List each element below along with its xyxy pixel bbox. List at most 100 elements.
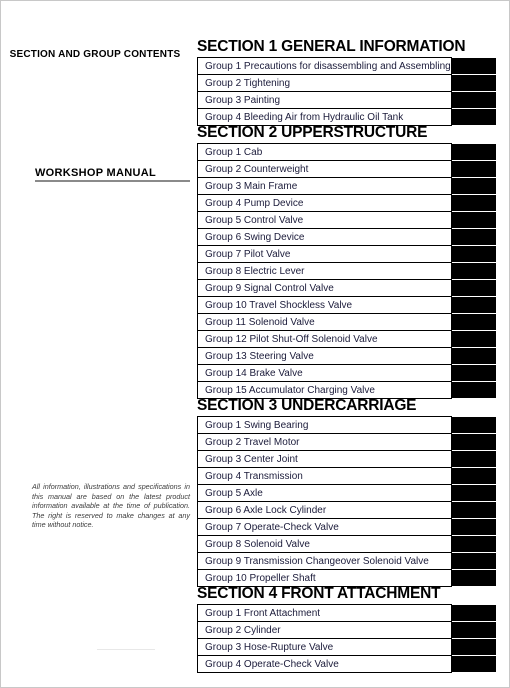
- table-row[interactable]: Group 13 Steering Valve: [197, 347, 497, 365]
- group-entry-label[interactable]: Group 3 Main Frame: [197, 177, 452, 195]
- thumb-index-tab: [452, 485, 496, 501]
- group-entry-label[interactable]: Group 12 Pilot Shut-Off Solenoid Valve: [197, 330, 452, 348]
- thumb-index-tab-cell: [451, 655, 497, 673]
- table-row[interactable]: Group 4 Bleeding Air from Hydraulic Oil …: [197, 108, 497, 126]
- group-entry-label[interactable]: Group 2 Travel Motor: [197, 433, 452, 451]
- group-entry-label[interactable]: Group 8 Solenoid Valve: [197, 535, 452, 553]
- thumb-index-tab: [452, 161, 496, 177]
- group-entry-label[interactable]: Group 14 Brake Valve: [197, 364, 452, 382]
- thumb-index-tab: [452, 570, 496, 586]
- thumb-index-tab: [452, 263, 496, 279]
- manual-contents-page: SECTION AND GROUP CONTENTS WORKSHOP MANU…: [0, 0, 510, 688]
- group-entry-label[interactable]: Group 9 Transmission Changeover Solenoid…: [197, 552, 452, 570]
- thumb-index-tab-cell: [451, 211, 497, 229]
- group-entry-label[interactable]: Group 4 Bleeding Air from Hydraulic Oil …: [197, 108, 452, 126]
- group-entry-label[interactable]: Group 3 Center Joint: [197, 450, 452, 468]
- thumb-index-tab-cell: [451, 330, 497, 348]
- left-column: SECTION AND GROUP CONTENTS WORKSHOP MANU…: [1, 1, 197, 687]
- group-entry-label[interactable]: Group 7 Pilot Valve: [197, 245, 452, 263]
- table-row[interactable]: Group 7 Operate-Check Valve: [197, 518, 497, 536]
- group-entry-label[interactable]: Group 1 Cab: [197, 143, 452, 161]
- table-row[interactable]: Group 2 Tightening: [197, 74, 497, 92]
- thumb-index-tab: [452, 212, 496, 228]
- group-entry-label[interactable]: Group 6 Swing Device: [197, 228, 452, 246]
- thumb-index-tab: [452, 280, 496, 296]
- group-entry-label[interactable]: Group 8 Electric Lever: [197, 262, 452, 280]
- thumb-index-tab: [452, 382, 496, 398]
- contents-column: SECTION 1 GENERAL INFORMATION Group 1 Pre…: [197, 1, 509, 687]
- thumb-index-tab: [452, 246, 496, 262]
- group-entry-label[interactable]: Group 11 Solenoid Valve: [197, 313, 452, 331]
- group-entry-label[interactable]: Group 9 Signal Control Valve: [197, 279, 452, 297]
- table-row[interactable]: Group 4 Pump Device: [197, 194, 497, 212]
- table-row[interactable]: Group 6 Axle Lock Cylinder: [197, 501, 497, 519]
- table-row[interactable]: Group 5 Axle: [197, 484, 497, 502]
- group-entry-label[interactable]: Group 4 Operate-Check Valve: [197, 655, 452, 673]
- table-row[interactable]: Group 2 Cylinder: [197, 621, 497, 639]
- table-row[interactable]: Group 1 Precautions for disassembling an…: [197, 57, 497, 75]
- group-entry-label[interactable]: Group 7 Operate-Check Valve: [197, 518, 452, 536]
- thumb-index-tab: [452, 314, 496, 330]
- thumb-index-tab: [452, 229, 496, 245]
- group-entry-label[interactable]: Group 4 Transmission: [197, 467, 452, 485]
- thumb-index-tab-cell: [451, 433, 497, 451]
- group-entry-label[interactable]: Group 10 Travel Shockless Valve: [197, 296, 452, 314]
- thumb-index-tab-cell: [451, 57, 497, 75]
- group-entry-label[interactable]: Group 3 Painting: [197, 91, 452, 109]
- table-row[interactable]: Group 9 Signal Control Valve: [197, 279, 497, 297]
- group-entry-label[interactable]: Group 13 Steering Valve: [197, 347, 452, 365]
- group-entry-label[interactable]: Group 2 Tightening: [197, 74, 452, 92]
- table-row[interactable]: Group 10 Travel Shockless Valve: [197, 296, 497, 314]
- thumb-index-tab-cell: [451, 74, 497, 92]
- group-entry-label[interactable]: Group 10 Propeller Shaft: [197, 569, 452, 587]
- table-row[interactable]: Group 14 Brake Valve: [197, 364, 497, 382]
- thumb-index-tab: [452, 434, 496, 450]
- manual-title-rule: [35, 180, 190, 182]
- table-row[interactable]: Group 6 Swing Device: [197, 228, 497, 246]
- thumb-index-tab: [452, 109, 496, 125]
- table-row[interactable]: Group 2 Travel Motor: [197, 433, 497, 451]
- thumb-index-tab-cell: [451, 621, 497, 639]
- group-entry-label[interactable]: Group 6 Axle Lock Cylinder: [197, 501, 452, 519]
- thumb-index-tab: [452, 348, 496, 364]
- group-entry-label[interactable]: Group 15 Accumulator Charging Valve: [197, 381, 452, 399]
- section-block-2: SECTION 2 UPPERSTRUCTURE Group 1 Cab Group…: [197, 124, 497, 399]
- thumb-index-tab: [452, 639, 496, 655]
- thumb-index-tab: [452, 331, 496, 347]
- table-row[interactable]: Group 8 Electric Lever: [197, 262, 497, 280]
- group-entry-label[interactable]: Group 4 Pump Device: [197, 194, 452, 212]
- table-row[interactable]: Group 3 Center Joint: [197, 450, 497, 468]
- group-entry-label[interactable]: Group 5 Control Valve: [197, 211, 452, 229]
- table-row[interactable]: Group 1 Cab: [197, 143, 497, 161]
- table-row[interactable]: Group 12 Pilot Shut-Off Solenoid Valve: [197, 330, 497, 348]
- table-row[interactable]: Group 1 Front Attachment: [197, 604, 497, 622]
- table-row[interactable]: Group 9 Transmission Changeover Solenoid…: [197, 552, 497, 570]
- group-entry-label[interactable]: Group 2 Counterweight: [197, 160, 452, 178]
- thumb-index-tab-cell: [451, 228, 497, 246]
- table-row[interactable]: Group 4 Operate-Check Valve: [197, 655, 497, 673]
- thumb-index-tab-cell: [451, 160, 497, 178]
- table-row[interactable]: Group 3 Hose-Rupture Valve: [197, 638, 497, 656]
- table-row[interactable]: Group 8 Solenoid Valve: [197, 535, 497, 553]
- thumb-index-tab-cell: [451, 313, 497, 331]
- table-row[interactable]: Group 11 Solenoid Valve: [197, 313, 497, 331]
- table-row[interactable]: Group 2 Counterweight: [197, 160, 497, 178]
- group-entry-label[interactable]: Group 2 Cylinder: [197, 621, 452, 639]
- section-heading: SECTION 1 GENERAL INFORMATION: [197, 38, 466, 55]
- table-row[interactable]: Group 15 Accumulator Charging Valve: [197, 381, 497, 399]
- group-entry-label[interactable]: Group 3 Hose-Rupture Valve: [197, 638, 452, 656]
- group-entry-label[interactable]: Group 1 Precautions for disassembling an…: [197, 57, 452, 75]
- group-entry-label[interactable]: Group 1 Front Attachment: [197, 604, 452, 622]
- table-row[interactable]: Group 3 Painting: [197, 91, 497, 109]
- group-entry-label[interactable]: Group 1 Swing Bearing: [197, 416, 452, 434]
- table-row[interactable]: Group 10 Propeller Shaft: [197, 569, 497, 587]
- section-block-4: SECTION 4 FRONT ATTACHMENT Group 1 Front …: [197, 585, 497, 673]
- table-row[interactable]: Group 1 Swing Bearing: [197, 416, 497, 434]
- table-row[interactable]: Group 3 Main Frame: [197, 177, 497, 195]
- table-row[interactable]: Group 4 Transmission: [197, 467, 497, 485]
- thumb-index-tab-cell: [451, 91, 497, 109]
- table-row[interactable]: Group 7 Pilot Valve: [197, 245, 497, 263]
- thumb-index-tab-cell: [451, 262, 497, 280]
- table-row[interactable]: Group 5 Control Valve: [197, 211, 497, 229]
- group-entry-label[interactable]: Group 5 Axle: [197, 484, 452, 502]
